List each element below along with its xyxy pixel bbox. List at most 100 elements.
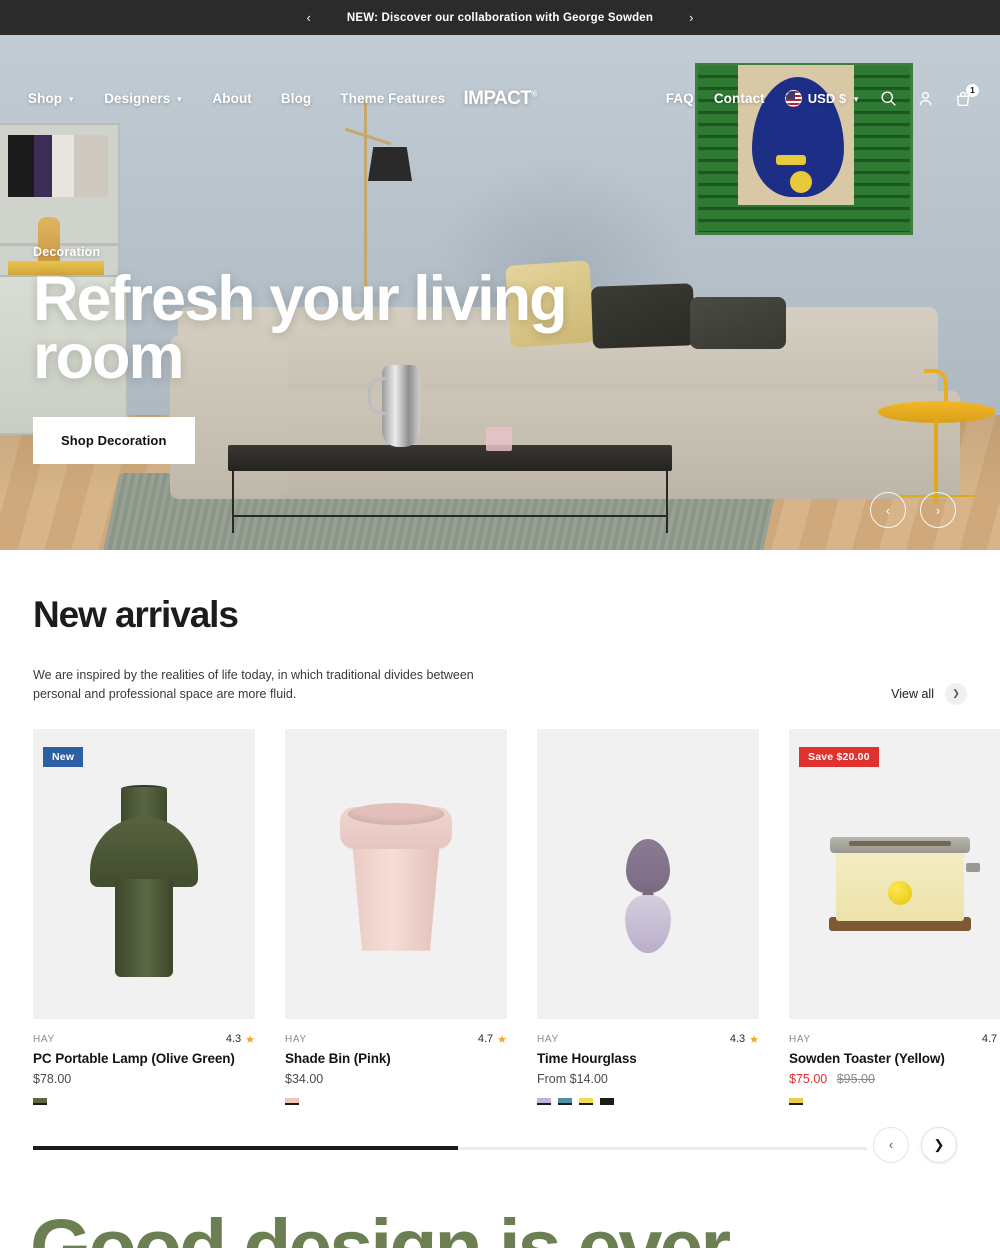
chevron-down-icon: ▼ <box>852 95 860 104</box>
product-price: $75.00 $95.00 <box>789 1072 1000 1086</box>
product-rating: 4.7 ★ <box>982 1033 1000 1046</box>
star-icon: ★ <box>497 1033 507 1046</box>
hero-banner: Shop ▼ Designers ▼ About Blog Theme Feat… <box>0 35 1000 550</box>
product-card[interactable]: HAY 4.7 ★ Shade Bin (Pink) $34.00 <box>285 728 507 1105</box>
user-icon[interactable] <box>917 90 934 107</box>
star-icon: ★ <box>245 1033 255 1046</box>
site-logo-text: IMPACT <box>463 87 532 109</box>
product-rating-value: 4.3 <box>729 1033 746 1046</box>
product-compare-price: $95.00 <box>836 1071 875 1086</box>
product-rating: 4.3 ★ <box>226 1033 255 1046</box>
product-price: $34.00 <box>285 1071 324 1086</box>
product-swatches <box>285 1097 507 1105</box>
product-card[interactable]: Save $20.00 HAY 4.7 ★ Sowden Toaster (Ye… <box>789 728 1000 1105</box>
product-image[interactable] <box>285 728 507 1019</box>
nav-item-faq[interactable]: FAQ <box>666 91 694 106</box>
section-subheader: We are inspired by the realities of life… <box>33 666 967 705</box>
product-title[interactable]: Shade Bin (Pink) <box>285 1051 507 1066</box>
product-rating-value: 4.7 <box>981 1033 998 1046</box>
hero-next-icon[interactable]: › <box>920 492 956 528</box>
product-title[interactable]: Time Hourglass <box>537 1051 759 1066</box>
pc-portable-lamp-illustration <box>33 729 255 1019</box>
color-swatch[interactable] <box>33 1097 47 1105</box>
section-description: We are inspired by the realities of life… <box>33 668 474 702</box>
product-price: From $14.00 <box>537 1071 608 1086</box>
nav-item-theme-features[interactable]: Theme Features <box>340 91 445 106</box>
color-swatch[interactable] <box>285 1097 299 1105</box>
time-hourglass-illustration <box>537 729 759 1019</box>
secondary-navigation: FAQ Contact USD $ ▼ 1 <box>666 83 979 108</box>
product-meta: HAY 4.7 ★ <box>789 1033 1000 1046</box>
nav-item-designers[interactable]: Designers ▼ <box>104 91 183 106</box>
product-image[interactable] <box>537 728 759 1019</box>
chevron-right-icon: ❯ <box>945 682 967 705</box>
carousel-footer: ‹ ❯ <box>33 1126 967 1193</box>
nav-item-contact[interactable]: Contact <box>714 91 765 106</box>
announcement-bar: ‹ NEW: Discover our collaboration with G… <box>0 0 1000 35</box>
nav-item-about[interactable]: About <box>212 91 251 106</box>
carousel-progress-bar[interactable] <box>33 1145 459 1150</box>
product-image[interactable]: New <box>33 728 255 1019</box>
product-card[interactable]: New HAY 4.3 ★ PC Portable Lamp (Olive Gr… <box>33 728 255 1105</box>
color-swatch[interactable] <box>537 1097 551 1105</box>
site-header: Shop ▼ Designers ▼ About Blog Theme Feat… <box>0 70 1000 127</box>
product-vendor: HAY <box>537 1033 559 1045</box>
announcement-prev-icon[interactable]: ‹ <box>301 9 317 26</box>
color-swatch[interactable] <box>600 1097 614 1105</box>
product-swatches <box>33 1097 255 1105</box>
product-title[interactable]: PC Portable Lamp (Olive Green) <box>33 1051 255 1066</box>
product-card[interactable]: HAY 4.3 ★ Time Hourglass From $14.00 <box>537 728 759 1105</box>
product-title[interactable]: Sowden Toaster (Yellow) <box>789 1051 1000 1066</box>
hero-title: Refresh your living room <box>33 264 568 392</box>
color-swatch[interactable] <box>579 1097 593 1105</box>
cart-icon[interactable]: 1 <box>954 83 979 108</box>
product-rating-value: 4.3 <box>225 1033 242 1046</box>
us-flag-icon <box>784 90 802 107</box>
product-vendor: HAY <box>789 1033 811 1045</box>
nav-item-shop-label: Shop <box>28 91 63 106</box>
registered-mark: ® <box>531 89 537 99</box>
view-all-label: View all <box>891 686 934 701</box>
product-vendor: HAY <box>33 1033 55 1045</box>
hero-eyebrow: Decoration <box>33 245 101 259</box>
product-image[interactable]: Save $20.00 <box>789 728 1000 1019</box>
currency-selector[interactable]: USD $ ▼ <box>784 90 860 107</box>
hero-cta-button[interactable]: Shop Decoration <box>33 416 195 464</box>
carousel-controls: ‹ ❯ <box>873 1126 957 1163</box>
search-icon[interactable] <box>880 90 897 107</box>
shade-bin-illustration <box>285 729 507 1019</box>
carousel-next-icon[interactable]: ❯ <box>921 1126 957 1163</box>
carousel-prev-icon[interactable]: ‹ <box>873 1126 909 1163</box>
product-rating-value: 4.7 <box>477 1033 494 1046</box>
product-badge: Save $20.00 <box>799 746 879 767</box>
product-badge: New <box>43 746 84 767</box>
view-all-link[interactable]: View all ❯ <box>891 682 967 705</box>
sowden-toaster-illustration <box>789 729 1000 1019</box>
marquee-text: Good design is ever <box>0 1207 1000 1248</box>
product-meta: HAY 4.3 ★ <box>33 1033 255 1046</box>
currency-label: USD $ <box>807 91 847 106</box>
product-carousel[interactable]: New HAY 4.3 ★ PC Portable Lamp (Olive Gr… <box>33 728 1000 1105</box>
nav-item-blog[interactable]: Blog <box>281 91 311 106</box>
product-rating: 4.7 ★ <box>478 1033 507 1046</box>
new-arrivals-section: New arrivals We are inspired by the real… <box>0 550 1000 1105</box>
nav-item-designers-label: Designers <box>104 91 171 106</box>
product-swatches <box>789 1097 1000 1105</box>
chevron-down-icon: ▼ <box>175 95 184 104</box>
nav-item-shop[interactable]: Shop ▼ <box>28 91 75 106</box>
product-meta: HAY 4.7 ★ <box>285 1033 507 1046</box>
product-swatches <box>537 1097 759 1105</box>
chevron-down-icon: ▼ <box>67 95 76 104</box>
hero-prev-icon[interactable]: ‹ <box>870 492 906 528</box>
product-rating: 4.3 ★ <box>730 1033 759 1046</box>
color-swatch[interactable] <box>558 1097 572 1105</box>
hero-content: Decoration Refresh your living room Shop… <box>33 245 653 464</box>
announcement-next-icon[interactable]: › <box>683 9 699 26</box>
announcement-text: NEW: Discover our collaboration with Geo… <box>346 11 654 24</box>
product-meta: HAY 4.3 ★ <box>537 1033 759 1046</box>
star-icon: ★ <box>749 1033 759 1046</box>
product-price: $78.00 <box>33 1071 72 1086</box>
product-sale-price: $75.00 <box>789 1071 828 1086</box>
color-swatch[interactable] <box>789 1097 803 1105</box>
site-logo[interactable]: IMPACT® <box>463 87 537 110</box>
